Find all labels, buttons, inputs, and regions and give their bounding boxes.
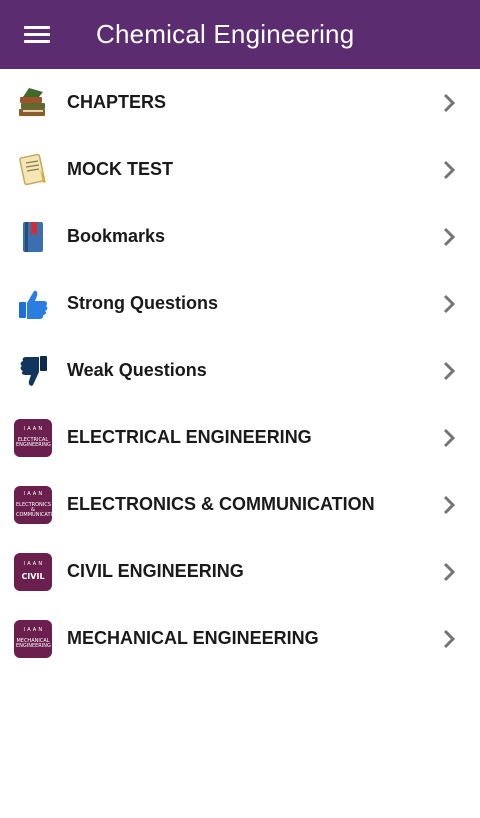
badge-bottom-text: MECHANICAL ENGINEERING — [16, 638, 51, 649]
menu-item-label: Weak Questions — [67, 360, 207, 380]
mechanical-app-icon: I A A N MECHANICAL ENGINEERING — [13, 619, 53, 659]
badge-bottom-text: CIVIL — [21, 572, 45, 581]
menu-item-label: ELECTRICAL ENGINEERING — [67, 427, 312, 447]
menu-item-label: ELECTRONICS & COMMUNICATION — [67, 494, 375, 514]
badge-top-text: I A A N — [23, 561, 43, 567]
menu-item-label: MOCK TEST — [67, 159, 173, 179]
chevron-right-icon — [443, 294, 456, 313]
civil-app-icon: I A A N CIVIL — [13, 552, 53, 592]
electrical-app-icon: I A A N ELECTRICAL ENGINEERING — [13, 418, 53, 458]
badge-top-text: I A A N — [23, 426, 43, 432]
menu-item-label: Bookmarks — [67, 226, 166, 246]
electronics-app-icon: I A A N ELECTRONICS & COMMUNICATION — [13, 485, 60, 525]
badge-bottom-text: ELECTRICAL ENGINEERING — [16, 437, 51, 448]
chevron-right-icon — [443, 93, 456, 112]
app-title: Chemical Engineering — [96, 19, 355, 49]
badge-top-text: I A A N — [23, 490, 43, 497]
menu-item-strong-questions[interactable]: Strong Questions — [0, 270, 480, 337]
app-bar: Chemical Engineering — [0, 0, 480, 69]
menu-item-civil-engineering[interactable]: I A A N CIVIL CIVIL ENGINEERING — [0, 538, 480, 605]
thumbs-up-icon — [13, 284, 53, 324]
menu-item-label: Strong Questions — [67, 293, 219, 313]
menu-item-mechanical-engineering[interactable]: I A A N MECHANICAL ENGINEERING MECHANICA… — [0, 605, 480, 672]
hamburger-menu-button[interactable] — [0, 0, 74, 69]
chevron-right-icon — [443, 495, 456, 514]
menu-item-electronics-communication[interactable]: I A A N ELECTRONICS & COMMUNICATION ELEC… — [0, 471, 480, 538]
chevron-right-icon — [443, 428, 456, 447]
thumbs-down-icon — [13, 351, 53, 391]
menu-item-label: CHAPTERS — [67, 92, 167, 112]
bookmark-book-icon — [13, 217, 53, 257]
badge-bottom-text: ELECTRONICS & COMMUNICATION — [16, 501, 60, 518]
chevron-right-icon — [443, 361, 456, 380]
menu-item-chapters[interactable]: CHAPTERS — [0, 69, 480, 136]
chevron-right-icon — [443, 562, 456, 581]
chevron-right-icon — [443, 160, 456, 179]
badge-top-text: I A A N — [23, 627, 43, 633]
menu-item-bookmarks[interactable]: Bookmarks — [0, 203, 480, 270]
menu-item-mock-test[interactable]: MOCK TEST — [0, 136, 480, 203]
chevron-right-icon — [443, 629, 456, 648]
menu-item-label: CIVIL ENGINEERING — [67, 561, 244, 581]
menu-list: CHAPTERS MOCK TEST Bookmarks Strong Ques… — [0, 69, 480, 672]
menu-item-weak-questions[interactable]: Weak Questions — [0, 337, 480, 404]
chevron-right-icon — [443, 227, 456, 246]
books-icon — [13, 83, 53, 123]
menu-item-electrical-engineering[interactable]: I A A N ELECTRICAL ENGINEERING ELECTRICA… — [0, 404, 480, 471]
hamburger-icon — [24, 22, 50, 47]
notepad-icon — [13, 150, 53, 190]
menu-item-label: MECHANICAL ENGINEERING — [67, 628, 319, 648]
